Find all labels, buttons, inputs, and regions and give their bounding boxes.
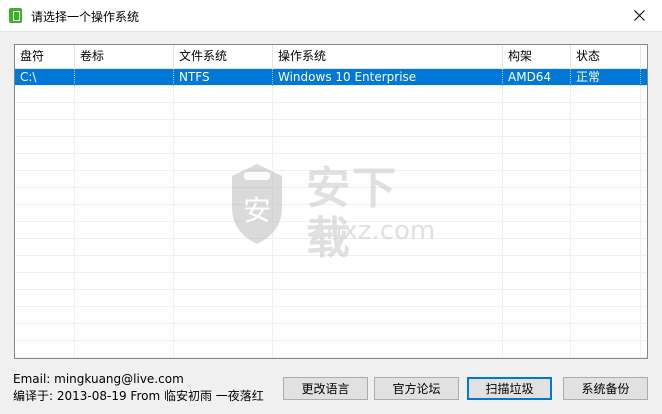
- list-header: 盘符 卷标 文件系统 操作系统 构架 状态: [15, 45, 647, 69]
- compiled-info-label: 编译于: 2013-08-19 From 临安初雨 一夜落红: [13, 389, 264, 403]
- email-label: Email: mingkuang@live.com: [13, 372, 184, 386]
- cell-os: Windows 10 Enterprise: [273, 69, 503, 86]
- column-header-label[interactable]: 卷标: [75, 45, 174, 68]
- scan-junk-button[interactable]: 扫描垃圾: [467, 377, 552, 400]
- app-icon: [9, 8, 22, 23]
- window-title: 请选择一个操作系统: [31, 10, 140, 24]
- column-header-os[interactable]: 操作系统: [273, 45, 503, 68]
- table-row[interactable]: C:\ NTFS Windows 10 Enterprise AMD64 正常: [15, 69, 647, 86]
- cell-status: 正常: [571, 69, 641, 86]
- cell-drive: C:\: [15, 69, 75, 86]
- close-icon: [633, 10, 645, 21]
- close-button[interactable]: [616, 0, 662, 31]
- official-forum-button[interactable]: 官方论坛: [374, 377, 459, 400]
- column-header-arch[interactable]: 构架: [503, 45, 571, 68]
- cell-arch: AMD64: [503, 69, 571, 86]
- os-list[interactable]: 盘符 卷标 文件系统 操作系统 构架 状态 C:\ NTFS Windows 1…: [14, 44, 648, 359]
- system-backup-button[interactable]: 系统备份: [563, 377, 648, 400]
- change-language-button[interactable]: 更改语言: [283, 377, 368, 400]
- column-header-drive[interactable]: 盘符: [15, 45, 75, 68]
- cell-label: [75, 69, 174, 86]
- column-header-filesystem[interactable]: 文件系统: [174, 45, 273, 68]
- cell-filesystem: NTFS: [174, 69, 273, 86]
- title-bar: 请选择一个操作系统: [0, 0, 662, 31]
- column-header-status[interactable]: 状态: [571, 45, 641, 68]
